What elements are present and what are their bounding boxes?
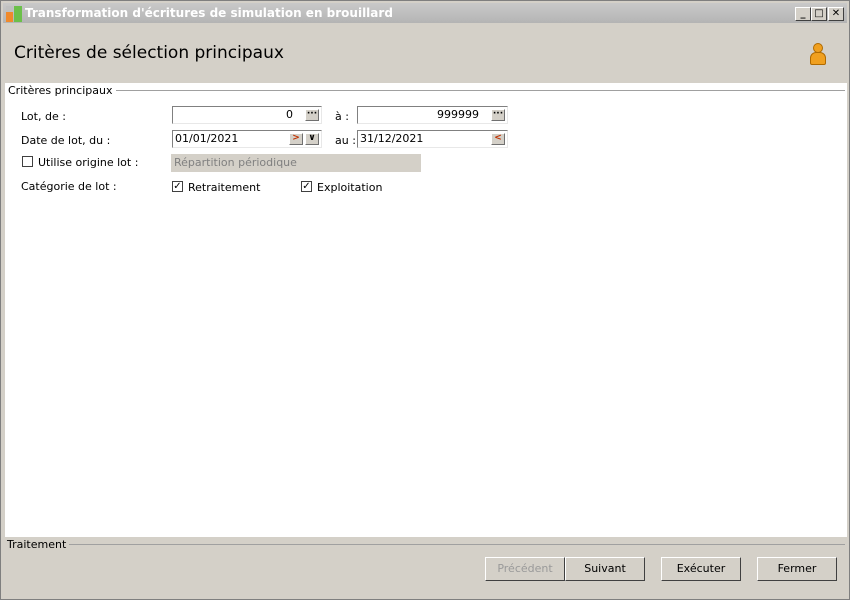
origin-input[interactable]: Répartition périodique — [171, 154, 421, 172]
date-to-label: au : — [335, 134, 356, 147]
date-from-input[interactable]: 01/01/2021 > ∨ — [172, 130, 322, 148]
page-title: Critères de sélection principaux — [14, 43, 284, 63]
lot-from-browse-button[interactable]: ··· — [305, 109, 319, 121]
date-to-value: 31/12/2021 — [360, 132, 424, 145]
previous-button[interactable]: Précédent — [485, 557, 565, 581]
window-title: Transformation d'écritures de simulation… — [25, 6, 393, 20]
lot-to-browse-button[interactable]: ··· — [491, 109, 505, 121]
origin-label: Utilise origine lot : — [38, 156, 139, 169]
date-label: Date de lot, du : — [21, 134, 111, 147]
date-from-value: 01/01/2021 — [175, 132, 239, 145]
retraitement-checkbox[interactable]: ✓ — [172, 181, 183, 192]
footer-section-label: Traitement — [7, 538, 70, 551]
section-divider — [101, 90, 845, 91]
header: Critères de sélection principaux — [3, 23, 847, 83]
main-window: Transformation d'écritures de simulation… — [0, 0, 850, 600]
lot-to-value: 999999 — [437, 108, 479, 121]
category-label: Catégorie de lot : — [21, 180, 117, 193]
exploitation-checkbox[interactable]: ✓ — [301, 181, 312, 192]
footer-divider — [63, 544, 845, 545]
close-icon[interactable]: ✕ — [828, 7, 844, 21]
origin-value: Répartition périodique — [174, 156, 297, 169]
next-button[interactable]: Suivant — [565, 557, 645, 581]
minimize-icon[interactable]: _ — [795, 7, 811, 21]
date-forward-icon[interactable]: > — [289, 133, 303, 145]
lot-to-label: à : — [335, 110, 349, 123]
exploitation-label: Exploitation — [317, 181, 383, 194]
date-to-input[interactable]: 31/12/2021 < — [357, 130, 508, 148]
title-bar[interactable]: Transformation d'écritures de simulation… — [3, 3, 847, 23]
footer: Traitement Précédent Suivant Exécuter Fe… — [3, 537, 847, 597]
criteria-panel: Critères principaux Lot, de : 0 ··· à : … — [5, 83, 847, 537]
retraitement-label: Retraitement — [188, 181, 261, 194]
section-label: Critères principaux — [8, 84, 117, 97]
lot-from-input[interactable]: 0 ··· — [172, 106, 322, 124]
chevron-down-icon[interactable]: ∨ — [305, 133, 319, 145]
maximize-icon[interactable]: □ — [811, 7, 827, 21]
lot-to-input[interactable]: 999999 ··· — [357, 106, 508, 124]
app-icon — [6, 6, 22, 22]
lot-from-value: 0 — [286, 108, 293, 121]
user-icon — [809, 43, 826, 65]
close-button[interactable]: Fermer — [757, 557, 837, 581]
execute-button[interactable]: Exécuter — [661, 557, 741, 581]
origin-checkbox[interactable] — [22, 156, 33, 167]
date-back-icon[interactable]: < — [491, 133, 505, 145]
lot-label: Lot, de : — [21, 110, 66, 123]
